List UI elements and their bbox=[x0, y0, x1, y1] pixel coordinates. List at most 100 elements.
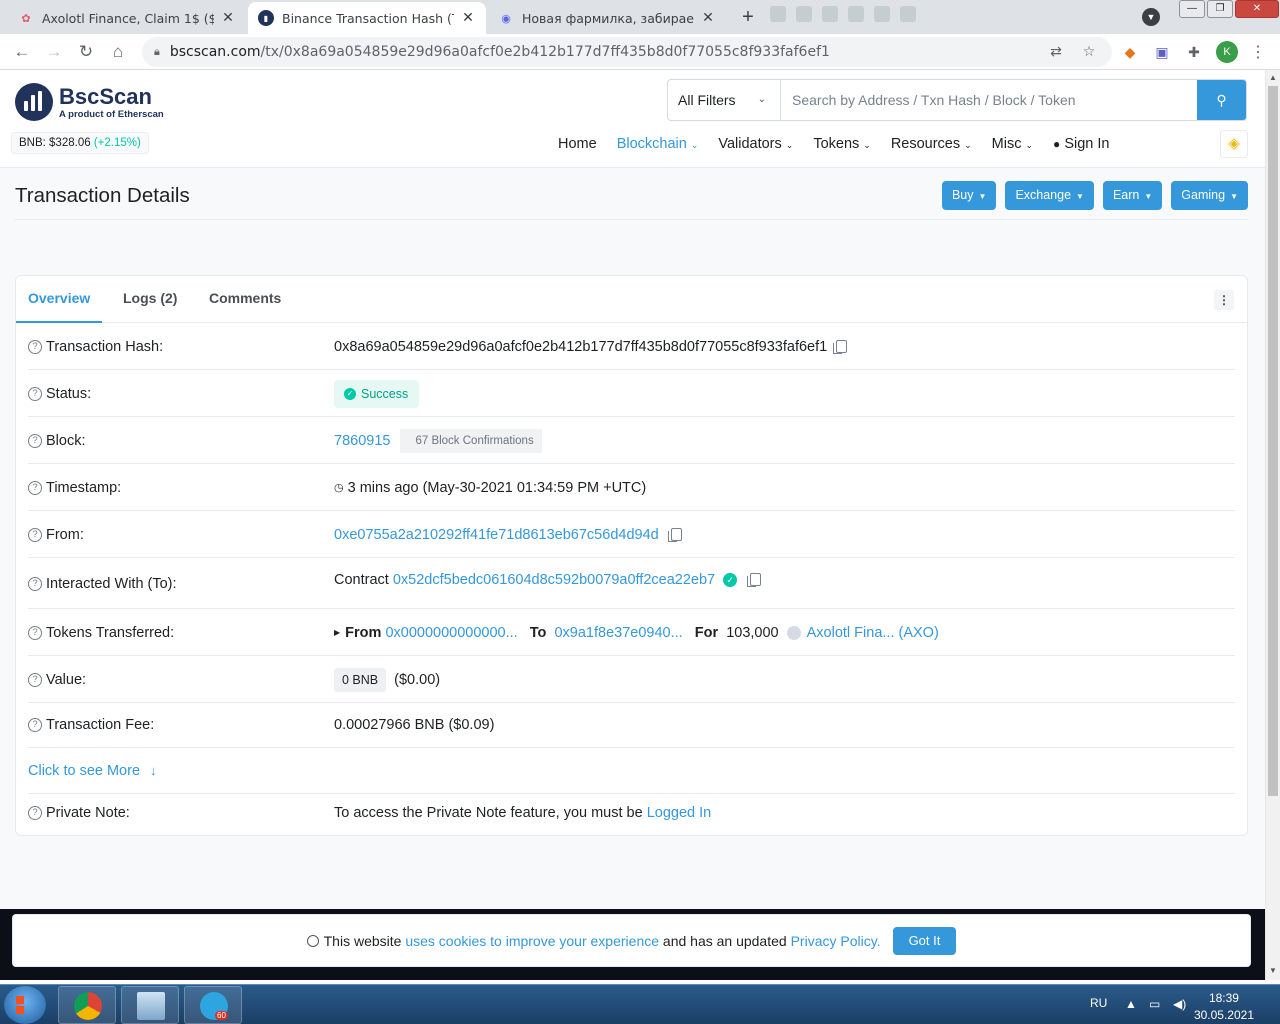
token-to-link[interactable]: 0x9a1f8e37e0940... bbox=[554, 625, 682, 641]
token-name-link[interactable]: Axolotl Fina... (AXO) bbox=[807, 625, 939, 641]
tab-close-icon[interactable]: ✕ bbox=[220, 10, 236, 26]
help-icon[interactable]: ? bbox=[28, 806, 42, 820]
bnb-network-icon[interactable]: ◈ bbox=[1220, 130, 1248, 158]
nav-resources[interactable]: Resources ⌄ bbox=[891, 136, 972, 152]
browser-tab-strip: ✿ Axolotl Finance, Claim 1$ ($AXO) ✕ ▮ B… bbox=[0, 0, 1280, 34]
extensions-puzzle-icon[interactable]: ✚ bbox=[1185, 43, 1203, 61]
start-button[interactable] bbox=[4, 986, 46, 1024]
back-icon[interactable]: ← bbox=[11, 41, 33, 63]
nav-sign-in[interactable]: ● Sign In bbox=[1053, 136, 1109, 152]
tab-search-icon[interactable]: ▼ bbox=[1142, 8, 1160, 26]
scroll-down-icon[interactable]: ▼ bbox=[1269, 966, 1277, 975]
page-scrollbar[interactable]: ▲ ▼ bbox=[1265, 70, 1280, 980]
filter-label: All Filters bbox=[678, 92, 736, 108]
metamask-extension-icon[interactable]: ◆ bbox=[1121, 43, 1139, 61]
bscscan-logo-icon bbox=[15, 83, 53, 121]
clock[interactable]: 18:39 30.05.2021 bbox=[1194, 990, 1254, 1024]
browser-menu-icon[interactable]: ⋮ bbox=[1250, 42, 1266, 62]
tab-overview[interactable]: Overview bbox=[16, 276, 103, 323]
profile-avatar[interactable]: K bbox=[1216, 41, 1238, 63]
search-input[interactable] bbox=[781, 80, 1197, 120]
window-icon bbox=[137, 992, 165, 1020]
address-bar[interactable]: 🔒︎ bscscan.com/tx/0x8a69a054859e29d96a0a… bbox=[142, 37, 1112, 67]
tray-arrow-icon[interactable]: ▲ bbox=[1125, 997, 1137, 1011]
copy-icon[interactable] bbox=[747, 573, 762, 587]
nav-tokens[interactable]: Tokens ⌄ bbox=[813, 136, 871, 152]
label: Transaction Hash: bbox=[46, 338, 164, 355]
help-icon[interactable]: ? bbox=[28, 339, 42, 354]
help-icon[interactable]: ? bbox=[28, 527, 42, 542]
taskbar-explorer[interactable] bbox=[121, 986, 179, 1024]
maximize-icon[interactable]: ❐ bbox=[1207, 0, 1233, 18]
help-icon[interactable]: ? bbox=[28, 480, 42, 495]
chat-favicon-icon: ◉ bbox=[501, 11, 511, 25]
close-window-icon[interactable]: ✕ bbox=[1235, 0, 1279, 18]
privacy-policy-link[interactable]: Privacy Policy. bbox=[791, 933, 881, 949]
tab-title: Binance Transaction Hash (Txhash) bbox=[282, 10, 454, 26]
tab-close-icon[interactable]: ✕ bbox=[460, 10, 476, 26]
got-it-button[interactable]: Got It bbox=[892, 926, 957, 955]
search-filter-select[interactable]: All Filters ⌄ bbox=[668, 80, 781, 120]
chrome-icon bbox=[74, 992, 102, 1020]
buy-button[interactable]: Buy ▼ bbox=[941, 181, 997, 210]
earn-button[interactable]: Earn ▼ bbox=[1102, 181, 1163, 210]
label: Timestamp: bbox=[46, 479, 122, 496]
token-amount: 103,000 bbox=[726, 624, 779, 641]
tab-logs[interactable]: Logs (2) bbox=[111, 276, 189, 323]
reload-icon[interactable]: ↻ bbox=[75, 41, 97, 63]
help-icon[interactable]: ? bbox=[28, 625, 42, 640]
from-address-link[interactable]: 0xe0755a2a210292ff41fe71d8613eb67c56d4d9… bbox=[334, 527, 659, 543]
browser-tab-axolotl[interactable]: ✿ Axolotl Finance, Claim 1$ ($AXO) ✕ bbox=[8, 2, 246, 34]
language-indicator[interactable]: RU bbox=[1090, 996, 1107, 1010]
nav-validators[interactable]: Validators ⌄ bbox=[718, 136, 793, 152]
cookie-text: This website bbox=[323, 932, 402, 949]
scrollbar-thumb[interactable] bbox=[1268, 86, 1278, 796]
cookies-link[interactable]: uses cookies to improve your experience bbox=[405, 933, 659, 949]
nav-blockchain[interactable]: Blockchain ⌄ bbox=[617, 136, 699, 152]
more-options-icon[interactable]: ⋮ bbox=[1214, 290, 1234, 310]
background-tabs[interactable] bbox=[770, 6, 916, 22]
help-icon[interactable]: ? bbox=[28, 576, 42, 591]
tab-comments[interactable]: Comments bbox=[197, 276, 293, 323]
transaction-card: Overview Logs (2) Comments ⋮ ? Transactio… bbox=[15, 275, 1248, 836]
help-icon[interactable]: ? bbox=[28, 433, 42, 448]
new-tab-button[interactable]: + bbox=[736, 6, 760, 28]
copy-icon[interactable] bbox=[833, 340, 848, 354]
contract-address-link[interactable]: 0x52dcf5bedc061604d8c592b0079a0ff2cea22e… bbox=[393, 572, 715, 588]
gaming-button[interactable]: Gaming ▼ bbox=[1171, 181, 1248, 210]
exchange-button[interactable]: Exchange ▼ bbox=[1005, 181, 1094, 210]
logged-in-link[interactable]: Logged In bbox=[647, 805, 712, 821]
from-word: From bbox=[345, 624, 382, 641]
help-icon[interactable]: ? bbox=[28, 717, 42, 732]
row-block: ? Block: 7860915 67 Block Confirmations bbox=[28, 418, 1235, 464]
cookie-banner: This website uses cookies to improve you… bbox=[12, 914, 1251, 967]
page-viewport: BscScan A product of Etherscan BNB: $328… bbox=[0, 70, 1265, 980]
taskbar-telegram[interactable]: 60 bbox=[184, 986, 242, 1024]
label: Block: bbox=[46, 432, 86, 449]
block-number-link[interactable]: 7860915 bbox=[334, 433, 390, 449]
arrow-down-icon: ↓ bbox=[150, 763, 157, 778]
search-button[interactable]: ⚲ bbox=[1197, 80, 1246, 120]
translate-icon[interactable]: ⇄ bbox=[1048, 44, 1064, 60]
browser-tab-bscscan[interactable]: ▮ Binance Transaction Hash (Txhash) ✕ bbox=[248, 2, 486, 34]
copy-icon[interactable] bbox=[667, 528, 682, 542]
forward-icon[interactable]: → bbox=[43, 41, 65, 63]
token-from-link[interactable]: 0x0000000000000... bbox=[385, 625, 517, 641]
browser-tab-farm[interactable]: ◉ Новая фармилка, забираем пок ✕ bbox=[488, 2, 726, 34]
see-more-link[interactable]: Click to see More ↓ bbox=[28, 748, 157, 793]
extension-icon[interactable]: ▣ bbox=[1153, 43, 1171, 61]
network-icon[interactable]: ▭ bbox=[1149, 997, 1160, 1011]
volume-icon[interactable]: ◀) bbox=[1173, 997, 1186, 1011]
nav-misc[interactable]: Misc ⌄ bbox=[992, 136, 1033, 152]
minimize-icon[interactable]: — bbox=[1179, 0, 1205, 18]
bscscan-logo[interactable]: BscScan A product of Etherscan bbox=[15, 83, 164, 121]
window-controls: — ❐ ✕ bbox=[1178, 0, 1280, 18]
taskbar-chrome[interactable] bbox=[58, 986, 116, 1024]
help-icon[interactable]: ? bbox=[28, 672, 42, 687]
home-icon[interactable]: ⌂ bbox=[107, 41, 129, 63]
nav-home[interactable]: Home bbox=[558, 136, 597, 152]
tab-close-icon[interactable]: ✕ bbox=[700, 10, 716, 26]
scroll-up-icon[interactable]: ▲ bbox=[1269, 73, 1277, 82]
bookmark-star-icon[interactable]: ☆ bbox=[1081, 44, 1097, 60]
help-icon[interactable]: ? bbox=[28, 386, 42, 401]
